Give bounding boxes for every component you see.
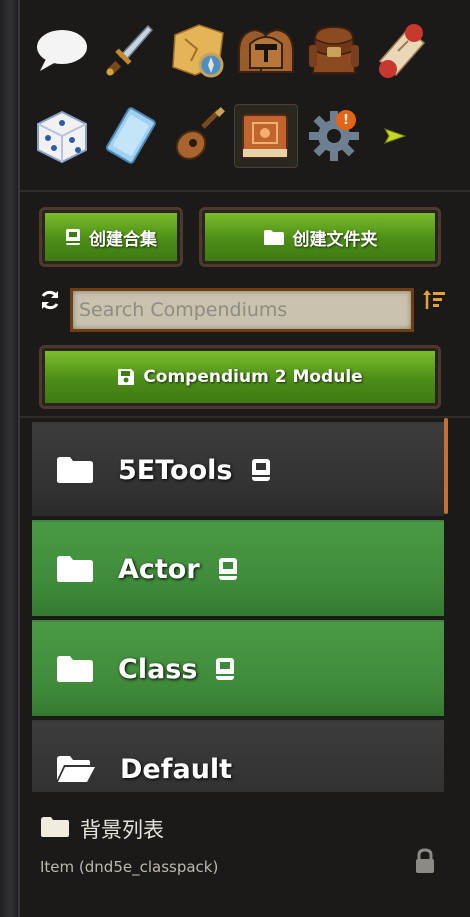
chat-bubble-icon — [37, 30, 87, 71]
left-edge-strip — [0, 0, 18, 917]
folder-actor[interactable]: Actor — [32, 520, 444, 616]
notification-badge: ! — [336, 110, 356, 130]
create-folder-label: 创建文件夹 — [292, 229, 378, 250]
save-disk-icon — [118, 369, 135, 385]
scrollbar-thumb[interactable] — [444, 418, 448, 514]
settings-tab[interactable]: ! — [302, 104, 366, 168]
play-arrow-icon — [383, 128, 407, 144]
compendium-book-icon — [251, 459, 270, 481]
sidebar: ! 创建合集 创建文件夹 Search Compendiums Compendi… — [18, 0, 470, 917]
sidebar-tabs: ! — [30, 18, 460, 188]
compendium-book-icon — [216, 658, 235, 680]
create-folder-button[interactable]: 创建文件夹 — [199, 207, 441, 267]
book-icon — [66, 229, 80, 245]
dice-icon — [37, 110, 87, 164]
pack-subtitle: Item (dnd5e_classpack) — [40, 858, 219, 876]
compendium-tab[interactable] — [234, 104, 298, 168]
compendium-book-icon — [218, 558, 237, 580]
collapse-all-button[interactable] — [36, 286, 64, 314]
folder-class[interactable]: Class — [32, 620, 444, 716]
folder-label: Class — [118, 653, 198, 685]
folder-5etools[interactable]: 5ETools — [32, 422, 444, 516]
items-tab[interactable] — [302, 18, 366, 82]
tables-tab[interactable] — [30, 104, 94, 168]
create-compendium-button[interactable]: 创建合集 — [39, 207, 183, 267]
folder-label: 5ETools — [118, 454, 233, 486]
folder-icon — [263, 229, 284, 245]
search-box — [70, 288, 414, 332]
folder-label: Default — [120, 754, 233, 785]
backpack-icon — [309, 25, 359, 74]
playlists-tab[interactable] — [166, 104, 230, 168]
card-icon — [105, 107, 156, 164]
scroll-icon — [378, 24, 426, 78]
compendium-module-button[interactable]: Compendium 2 Module — [39, 345, 441, 409]
sync-arrows-icon — [41, 290, 59, 310]
compendium-module-label: Compendium 2 Module — [143, 367, 363, 387]
journal-tab[interactable] — [370, 18, 434, 82]
combat-tab[interactable] — [98, 18, 162, 82]
compendium-book-icon — [242, 114, 288, 158]
scenes-tab[interactable] — [166, 18, 230, 82]
lute-icon — [175, 107, 225, 160]
cards-tab[interactable] — [98, 104, 162, 168]
lock-icon — [416, 848, 434, 873]
folder-icon — [57, 656, 93, 682]
compendium-pack-entry[interactable]: 背景列表 Item (dnd5e_classpack) — [20, 792, 470, 917]
folder-open-icon — [57, 756, 95, 782]
chat-tab[interactable] — [30, 18, 94, 82]
knight-helmets-icon — [238, 28, 294, 73]
sort-order-icon — [423, 290, 445, 309]
folder-icon — [41, 817, 69, 837]
tabs-divider — [20, 190, 470, 192]
sword-icon — [106, 24, 154, 76]
search-input[interactable] — [73, 291, 411, 329]
sort-button[interactable] — [420, 286, 448, 314]
actors-tab[interactable] — [234, 18, 298, 82]
collapse-tab[interactable] — [370, 104, 420, 168]
folder-label: Actor — [118, 553, 200, 585]
create-compendium-label: 创建合集 — [89, 229, 157, 250]
pack-title: 背景列表 — [80, 818, 164, 842]
folder-icon — [57, 556, 93, 582]
folder-icon — [57, 457, 93, 483]
map-compass-icon — [172, 24, 224, 78]
list-divider — [20, 416, 470, 418]
